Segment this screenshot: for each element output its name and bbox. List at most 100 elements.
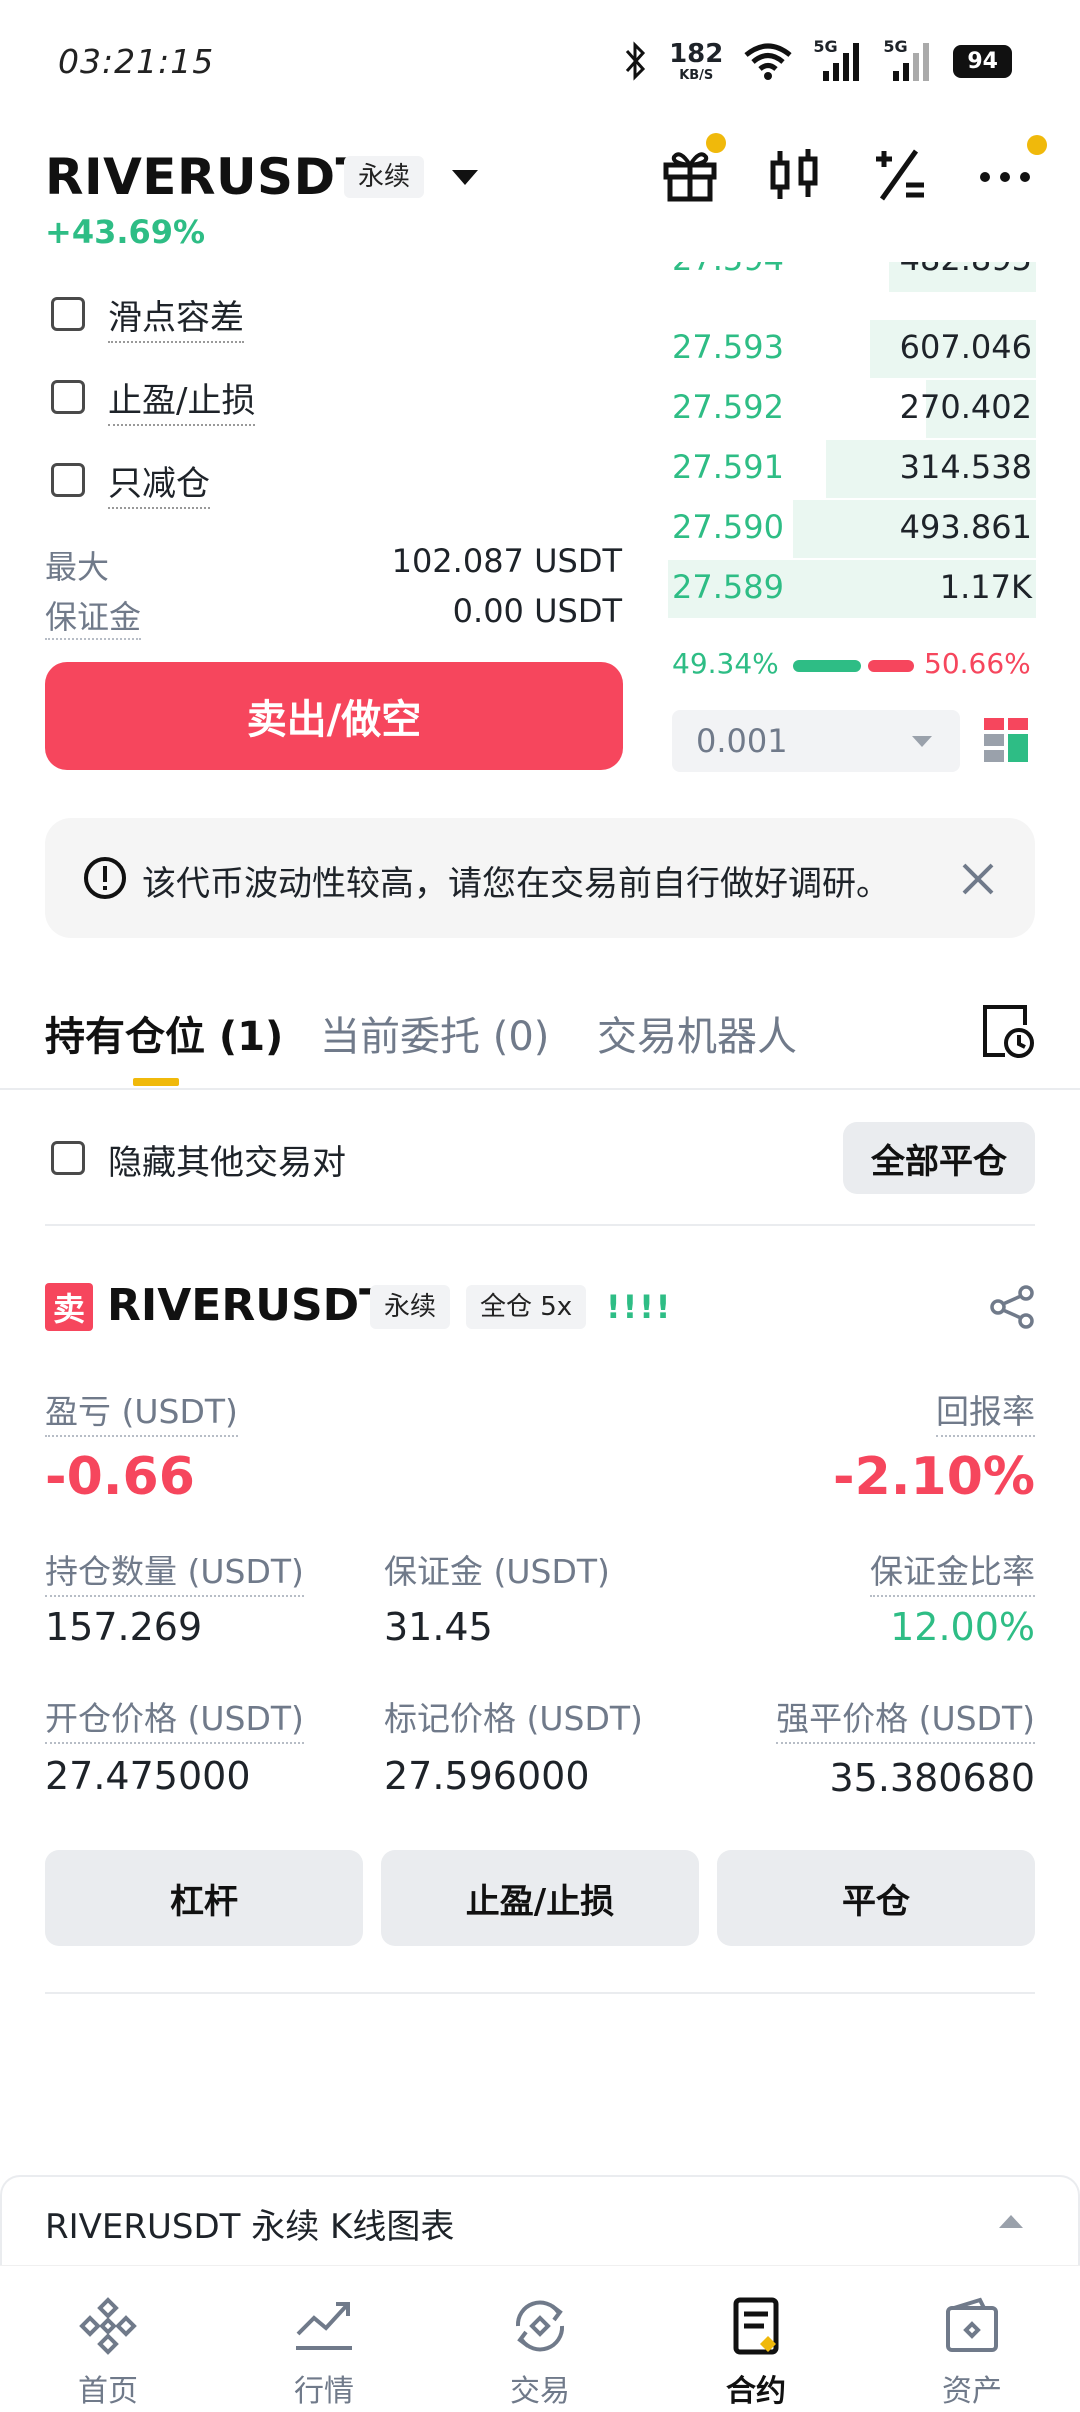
orderbook-row[interactable]: 27.594 482.895 <box>668 262 1036 292</box>
more-icon[interactable] <box>975 135 1047 205</box>
net-speed-unit: KB/S <box>679 67 714 83</box>
bluetooth-icon <box>625 41 646 81</box>
notification-dot <box>1027 135 1047 155</box>
liq-price-label: 强平价格 (USDT) <box>776 1692 1035 1744</box>
risk-notice-text: 该代币波动性较高，请您在交易前自行做好调研。 <box>142 864 890 904</box>
network-speed: 182 KB/S <box>669 41 723 82</box>
kline-drawer-label: RIVERUSDT 永续 K线图表 <box>45 2207 455 2247</box>
orderbook-qty: 493.861 <box>899 508 1032 546</box>
orderbook-row[interactable]: 27.593 607.046 <box>668 320 1036 378</box>
contract-type-tag: 永续 <box>344 156 425 198</box>
close-all-button[interactable]: 全部平仓 <box>843 1122 1035 1194</box>
symbol-title[interactable]: RIVERUSDT <box>45 148 370 206</box>
roe-label: 回报率 <box>936 1385 1035 1437</box>
pnl-label: 盈亏 (USDT) <box>45 1385 238 1437</box>
card-divider <box>45 1992 1035 1994</box>
nav-label: 资产 <box>942 2374 1002 2409</box>
max-value: 102.087 USDT <box>391 542 622 580</box>
cell-signal-icon <box>893 43 930 81</box>
close-icon[interactable] <box>961 862 995 896</box>
position-margin-label: 保证金 (USDT) <box>384 1552 610 1591</box>
nav-markets[interactable]: 行情 <box>216 2266 432 2412</box>
orderbook-row[interactable]: 27.589 1.17K <box>668 560 1036 618</box>
size-value: 157.269 <box>45 1605 203 1649</box>
orderbook-price: 27.590 <box>672 508 784 546</box>
orderbook-row[interactable]: 27.590 493.861 <box>668 500 1036 558</box>
liq-price-value: 35.380680 <box>829 1756 1036 1800</box>
home-icon <box>79 2297 137 2355</box>
nav-label: 交易 <box>510 2374 570 2409</box>
mark-price-value: 27.596000 <box>384 1754 590 1798</box>
slippage-label[interactable]: 滑点容差 <box>108 290 244 343</box>
futures-icon <box>733 2297 779 2355</box>
chevron-up-icon[interactable] <box>999 2215 1023 2228</box>
active-tab-indicator <box>133 1078 179 1086</box>
history-icon[interactable] <box>981 1003 1035 1059</box>
reduce-only-checkbox[interactable] <box>51 463 85 497</box>
share-icon[interactable] <box>988 1283 1036 1331</box>
entry-price-value: 27.475000 <box>45 1754 251 1798</box>
orderbook-qty: 270.402 <box>899 388 1032 426</box>
trade-icon <box>515 2300 565 2352</box>
tab-trading-bots[interactable]: 交易机器人 <box>597 1004 797 1062</box>
sell-ratio-bar <box>868 660 914 672</box>
orderbook-qty: 1.17K <box>939 568 1032 606</box>
pnl-value: -0.66 <box>45 1447 195 1507</box>
signal-2: 5G <box>883 37 933 81</box>
orderbook-row[interactable]: 27.591 314.538 <box>668 440 1036 498</box>
nav-assets[interactable]: 资产 <box>864 2266 1080 2412</box>
tpsl-label[interactable]: 止盈/止损 <box>108 373 256 426</box>
orderbook-price: 27.591 <box>672 448 784 486</box>
sell-short-button[interactable]: 卖出/做空 <box>45 662 623 770</box>
hide-other-pairs-checkbox[interactable] <box>51 1141 85 1175</box>
wifi-icon <box>744 43 792 80</box>
kline-chart-drawer[interactable]: RIVERUSDT 永续 K线图表 <box>0 2175 1080 2265</box>
symbol-dropdown-icon[interactable] <box>452 170 478 185</box>
tpsl-checkbox[interactable] <box>51 380 85 414</box>
precision-select[interactable]: 0.001 <box>672 710 960 772</box>
risk-notice: 该代币波动性较高，请您在交易前自行做好调研。 <box>45 818 1035 938</box>
leverage-button[interactable]: 杠杆 <box>45 1850 363 1946</box>
position-margin-value: 31.45 <box>384 1605 493 1649</box>
orderbook-qty: 482.895 <box>900 262 1032 278</box>
orderbook-qty: 607.046 <box>899 328 1032 366</box>
orderbook-qty: 314.538 <box>899 448 1032 486</box>
margin-value: 0.00 USDT <box>452 592 622 630</box>
tpsl-button[interactable]: 止盈/止损 <box>381 1850 699 1946</box>
orderbook-price: 27.594 <box>672 262 784 278</box>
precision-value: 0.001 <box>696 722 788 760</box>
nav-home[interactable]: 首页 <box>0 2266 216 2412</box>
position-symbol[interactable]: RIVERUSDT <box>107 1280 389 1331</box>
chevron-down-icon <box>912 736 932 747</box>
orderbook-row[interactable]: 27.592 270.402 <box>668 380 1036 438</box>
nav-trade[interactable]: 交易 <box>432 2266 648 2412</box>
reduce-only-label[interactable]: 只减仓 <box>108 456 210 509</box>
calculator-icon[interactable] <box>870 145 930 205</box>
orderbook-price: 27.592 <box>672 388 784 426</box>
candlestick-icon[interactable] <box>765 145 825 205</box>
status-icons: 182 KB/S 5G 5G 94 <box>623 36 1012 86</box>
info-icon <box>84 857 126 899</box>
orderbook-price: 27.593 <box>672 328 784 366</box>
status-time: 03:21:15 <box>58 42 215 81</box>
nav-label: 首页 <box>78 2374 138 2409</box>
gift-icon[interactable] <box>660 133 726 205</box>
entry-price-label: 开仓价格 (USDT) <box>45 1692 304 1744</box>
orderbook-price: 27.589 <box>672 568 784 606</box>
slippage-checkbox[interactable] <box>51 297 85 331</box>
toolbar-divider <box>45 1224 1035 1226</box>
cell-signal-icon <box>823 43 860 81</box>
tab-positions[interactable]: 持有仓位 (1) <box>45 1004 283 1062</box>
close-position-button[interactable]: 平仓 <box>717 1850 1035 1946</box>
net-speed-value: 182 <box>669 38 724 69</box>
hide-other-pairs-label[interactable]: 隐藏其他交易对 <box>108 1135 346 1184</box>
margin-mode-tag: 全仓 5x <box>466 1285 587 1329</box>
nav-label: 行情 <box>294 2374 354 2409</box>
sell-ratio: 50.66% <box>924 647 1031 680</box>
tabs-divider <box>0 1088 1080 1090</box>
roe-value: -2.10% <box>833 1447 1035 1507</box>
adl-strength-indicator: !!!! <box>606 1288 673 1326</box>
orderbook-layout-icon[interactable] <box>982 716 1030 764</box>
tab-open-orders[interactable]: 当前委托 (0) <box>320 1004 549 1062</box>
nav-futures[interactable]: 合约 <box>648 2266 864 2412</box>
